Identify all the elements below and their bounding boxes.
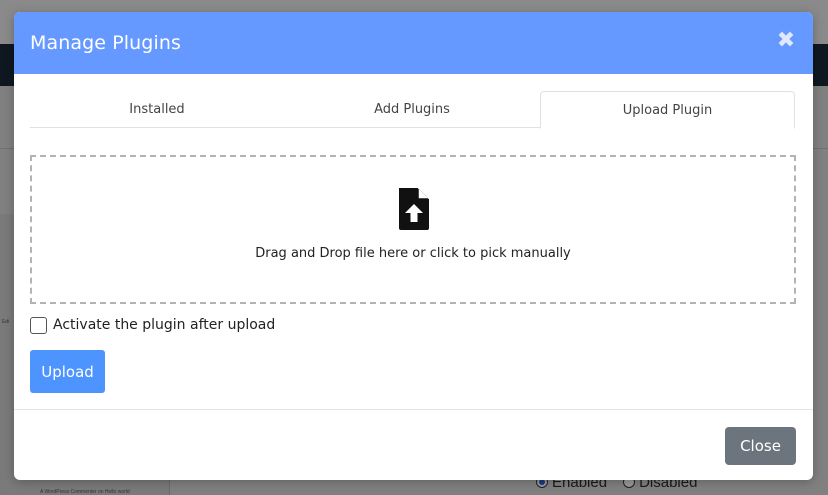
activate-label: Activate the plugin after upload (53, 317, 276, 333)
file-dropzone[interactable]: Drag and Drop file here or click to pick… (30, 155, 796, 304)
tab-upload-plugin[interactable]: Upload Plugin (540, 91, 795, 129)
tab-installed[interactable]: Installed (30, 91, 284, 128)
background-tiny-text: Edi (2, 319, 10, 325)
manage-plugins-modal: Manage Plugins ✖ Installed Add Plugins U… (14, 12, 813, 480)
activate-checkbox[interactable] (30, 316, 47, 334)
modal-footer: Close (14, 409, 813, 480)
upload-button[interactable]: Upload (30, 350, 105, 393)
plugin-tabs: Installed Add Plugins Upload Plugin (30, 91, 795, 129)
dropzone-text: Drag and Drop file here or click to pick… (255, 246, 571, 261)
close-icon[interactable]: ✖ (775, 30, 797, 52)
modal-title: Manage Plugins (30, 32, 181, 54)
activate-option: Activate the plugin after upload (30, 315, 275, 335)
file-upload-icon (399, 188, 429, 230)
background-tiny-text: A WordPress Commenter on Hello world (40, 489, 130, 495)
tab-add-plugins[interactable]: Add Plugins (284, 91, 540, 128)
modal-header: Manage Plugins ✖ (14, 12, 813, 74)
close-button[interactable]: Close (725, 427, 796, 465)
